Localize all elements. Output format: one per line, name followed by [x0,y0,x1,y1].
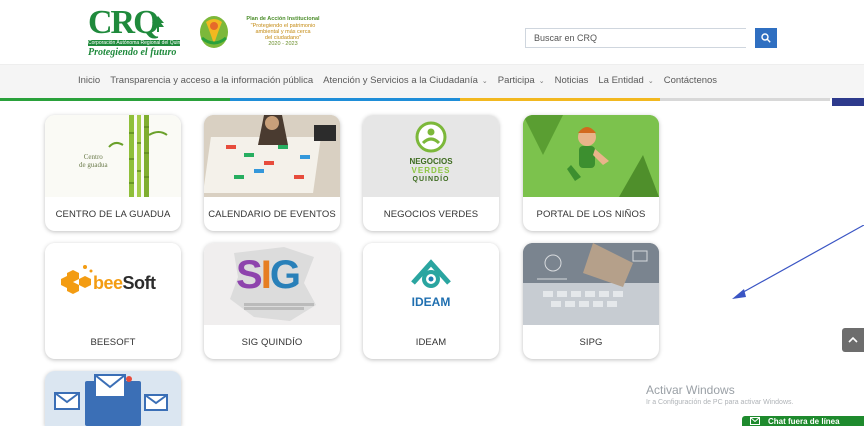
chat-label: Chat fuera de línea [768,416,840,426]
nav-item-transparencia[interactable]: Transparencia y acceso a la información … [110,75,313,86]
plan-line-1: Plan de Acción Institucional [246,16,320,22]
card-ideam[interactable]: IDEAM IDEAM [363,243,499,359]
nav-item-participa[interactable]: Participa ⌄ [498,75,545,86]
activation-title: Activar Windows [646,383,735,397]
chevron-down-icon: ⌄ [481,77,488,85]
chevron-down-icon: ⌄ [647,77,654,85]
card-image [45,371,181,426]
search-button[interactable] [755,28,777,48]
card-image-text: Centro [83,153,103,161]
card-image-text: de guadua [79,161,108,169]
card-beesoft[interactable]: beeSoft BEESOFT [45,243,181,359]
card-image-text: IDEAM [411,295,451,309]
bamboo-image [108,115,168,197]
card-centro-guadua[interactable]: Centro de guadua CENTRO DE LA GUADUA [45,115,181,231]
color-stripe-gray [660,98,830,101]
activation-subtitle: Ir a Configuración de PC para activar Wi… [646,399,794,406]
card-label: PORTAL DE LOS NIÑOS [536,208,646,220]
card-portal-ninos[interactable]: PORTAL DE LOS NIÑOS [523,115,659,231]
sipg-photo [523,243,659,325]
crq-logo[interactable]: CRQ Corporación Autónoma Regional del Qu… [88,4,180,60]
card-label: CENTRO DE LA GUADUA [55,208,171,220]
card-image-text: QUINDÍO [412,176,450,183]
windows-activation-watermark: Activar Windows Ir a Configuración de PC… [646,383,793,406]
card-image-text: SIG [236,253,301,297]
calendar-photo [204,115,340,197]
card-negocios-verdes[interactable]: NEGOCIOS VERDES QUINDÍO NEGOCIOS VERDES [363,115,499,231]
color-stripe-green [0,98,230,101]
card-sig-quindio[interactable]: SIG SIG QUINDÍO [204,243,340,359]
color-stripe-blue [230,98,460,101]
search-bar [525,28,780,48]
main-nav: Inicio Transparencia y acceso a la infor… [0,64,864,99]
color-stripe-yellow [460,98,660,101]
plan-emblem-icon [200,16,228,48]
nav-item-contactenos[interactable]: Contáctenos [664,75,717,86]
chat-offline-button[interactable]: Chat fuera de línea [742,416,864,426]
negocios-verdes-logo [415,121,447,153]
card-label: SIG QUINDÍO [241,336,303,348]
ideam-logo-icon [411,259,451,288]
logo-tagline: Protegiendo el futuro [88,47,177,58]
card-image-text: NEGOCIOS [409,157,453,166]
card-label: NEGOCIOS VERDES [383,208,479,220]
mail-icon [750,417,760,425]
scroll-top-button[interactable] [842,328,864,352]
tree-icon [152,16,164,32]
chevron-down-icon: ⌄ [538,77,545,85]
card-calendario-eventos[interactable]: CALENDARIO DE EVENTOS [204,115,340,231]
site-header: CRQ Corporación Autónoma Regional del Qu… [0,0,864,64]
card-image: IDEAM [363,243,499,325]
kids-portal-image [523,115,659,197]
search-icon [761,33,771,43]
logo-subtitle: Corporación Autónoma Regional del Quindí… [88,40,180,46]
card-label: BEESOFT [90,336,136,348]
card-image [204,115,340,197]
card-sipg[interactable]: SIPG [523,243,659,359]
logo-main-text: CRQ [88,4,160,41]
card-label: CALENDARIO DE EVENTOS [208,208,336,220]
nav-item-noticias[interactable]: Noticias [555,75,589,86]
card-image-text: beeSoft [93,273,156,293]
corner-accent [832,98,864,106]
card-label: IDEAM [415,336,447,348]
nav-item-atencion[interactable]: Atención y Servicios a la Ciudadanía ⌄ [323,75,488,86]
search-input[interactable] [525,28,746,48]
card-image: NEGOCIOS VERDES QUINDÍO [363,115,499,197]
card-label: SIPG [579,336,603,348]
card-correo[interactable] [45,371,181,426]
chevron-up-icon [848,336,858,343]
nav-item-la-entidad[interactable]: La Entidad ⌄ [598,75,653,86]
plan-line-5: 2020 - 2023 [268,41,298,47]
card-image [523,115,659,197]
email-envelope-image [45,371,181,426]
card-image: SIG [204,243,340,325]
card-image [523,243,659,325]
plan-accion-logo[interactable]: Plan de Acción Institucional "Protegiend… [196,12,336,62]
card-image: beeSoft [45,243,181,325]
card-image-text: VERDES [411,166,451,175]
nav-item-inicio[interactable]: Inicio [78,75,100,86]
annotation-arrow-icon [732,225,864,299]
card-image: Centro de guadua [45,115,181,197]
